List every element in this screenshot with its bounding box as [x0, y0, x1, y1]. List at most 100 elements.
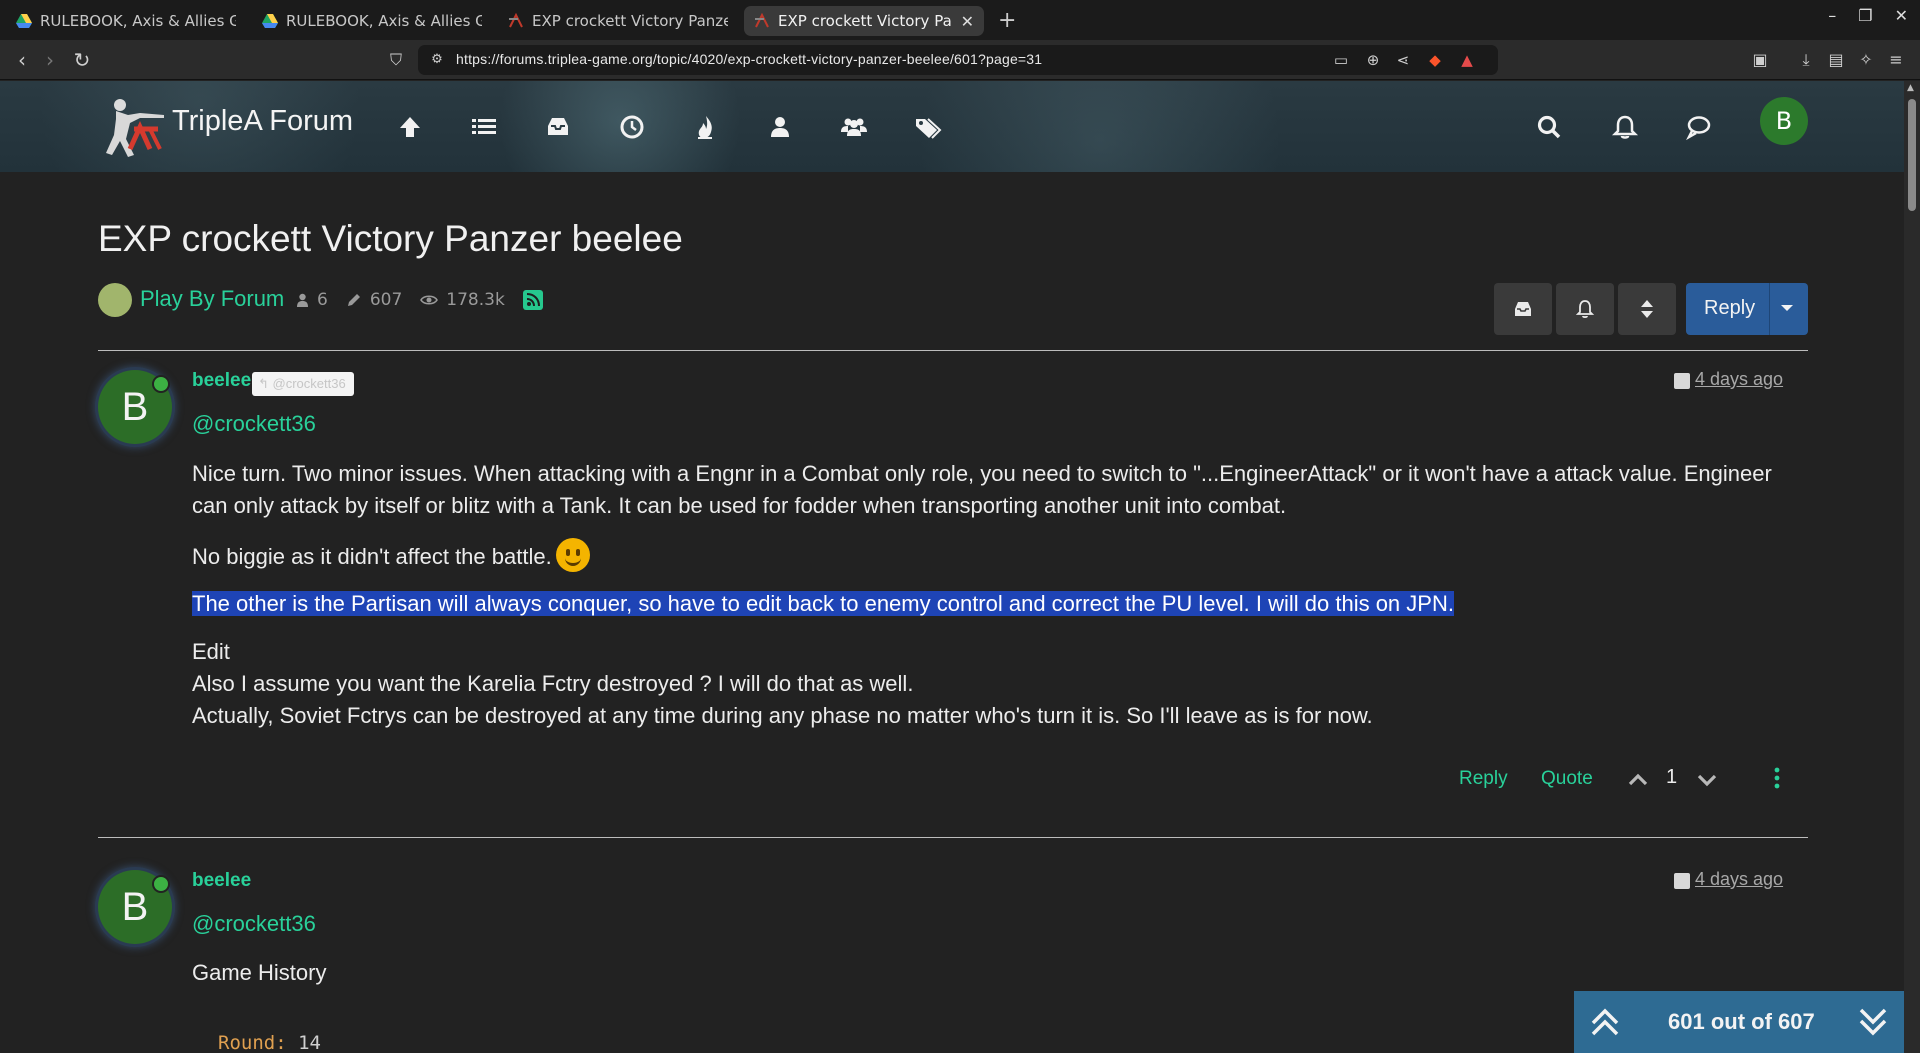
post-author[interactable]: beelee — [192, 870, 251, 892]
triplea-logo[interactable] — [100, 93, 172, 163]
online-status-dot — [152, 375, 170, 393]
views-count: 178.3k — [446, 290, 505, 310]
sort-icon — [1641, 300, 1653, 318]
views-stat: 178.3k — [420, 290, 505, 310]
post-quote-link[interactable]: Quote — [1541, 768, 1593, 790]
more-options-icon[interactable] — [1774, 767, 1780, 789]
post-paragraph: Nice turn. Two minor issues. When attack… — [192, 461, 1772, 518]
double-chevron-down-icon[interactable] — [1856, 1005, 1890, 1039]
user-mention[interactable]: @crockett36 — [192, 411, 316, 437]
browser-tab-1[interactable]: RULEBOOK, Axis & Allies Glo — [6, 6, 246, 36]
close-window-icon[interactable]: ✕ — [1895, 6, 1908, 25]
edit-icon — [1674, 373, 1690, 389]
smile-emoji-icon — [555, 538, 590, 572]
post-paragraph: Game History — [192, 960, 327, 985]
tab-title: EXP crockett Victory Panzer b — [532, 12, 728, 30]
cast-icon[interactable]: ▭ — [1330, 49, 1352, 71]
tab-title: RULEBOOK, Axis & Allies Glo — [40, 12, 236, 30]
list-icon[interactable] — [469, 112, 499, 142]
bell-icon[interactable] — [1610, 112, 1640, 142]
reply-button[interactable]: Reply — [1686, 283, 1808, 335]
browser-tab-4-active[interactable]: EXP crockett Victory Panz ✕ — [744, 6, 984, 36]
online-status-dot — [152, 875, 170, 893]
fire-icon[interactable] — [691, 112, 721, 142]
triplea-icon — [755, 13, 769, 28]
posters-count: 6 — [317, 290, 328, 310]
scroll-thumb[interactable] — [1908, 99, 1916, 211]
menu-icon[interactable]: ≡ — [1884, 48, 1908, 72]
post-paragraph: Edit Also I assume you want the Karelia … — [192, 636, 1812, 732]
reply-arrow-icon: ↰ — [258, 376, 269, 391]
post-paragraph: No biggie as it didn't affect the battle… — [192, 538, 1812, 573]
back-icon[interactable]: ‹ — [10, 48, 34, 72]
minimize-icon[interactable]: – — [1828, 6, 1836, 25]
reply-to-badge[interactable]: ↰ @crockett36 — [252, 372, 354, 396]
search-icon[interactable] — [1534, 112, 1564, 142]
user-mention[interactable]: @crockett36 — [192, 911, 316, 937]
vote-count: 1 — [1666, 766, 1678, 788]
inbox-icon — [1515, 302, 1531, 316]
post-line: Edit — [192, 639, 230, 664]
post-timestamp[interactable]: 4 days ago — [1695, 369, 1783, 390]
inbox-icon[interactable] — [543, 112, 573, 142]
url-text[interactable]: https://forums.triplea-game.org/topic/40… — [456, 51, 1042, 67]
maximize-icon[interactable]: ❐ — [1858, 6, 1872, 25]
topic-stats: 6 607 178.3k — [296, 290, 543, 310]
mark-unread-button[interactable] — [1494, 283, 1552, 335]
post-pagination: 601 out of 607 — [1574, 991, 1904, 1053]
bookmark-icon[interactable]: ⛉ — [384, 48, 408, 72]
category-link[interactable]: Play By Forum — [140, 286, 284, 312]
bell-icon — [1575, 300, 1595, 319]
browser-tab-3[interactable]: EXP crockett Victory Panzer b — [498, 6, 738, 36]
reload-icon[interactable]: ↻ — [70, 48, 94, 72]
browser-tab-2[interactable]: RULEBOOK, Axis & Allies Glo — [252, 6, 492, 36]
chat-icon[interactable] — [1684, 112, 1714, 142]
post-reply-link[interactable]: Reply — [1459, 768, 1508, 790]
clock-icon[interactable] — [617, 112, 647, 142]
eye-icon — [420, 295, 439, 305]
new-tab-button[interactable]: + — [998, 8, 1016, 33]
zoom-icon[interactable]: ⊕ — [1362, 49, 1384, 71]
downvote-icon[interactable] — [1697, 774, 1717, 788]
divider — [98, 350, 1808, 351]
download-icon[interactable]: ⤓ — [1794, 48, 1818, 72]
post-timestamp[interactable]: 4 days ago — [1695, 869, 1783, 890]
category-icon[interactable] — [98, 283, 132, 317]
share-icon[interactable]: ⋖ — [1392, 49, 1414, 71]
tab-title: RULEBOOK, Axis & Allies Glo — [286, 12, 482, 30]
brave-rewards-icon[interactable]: ▲ — [1456, 49, 1478, 71]
double-chevron-up-icon[interactable] — [1588, 1005, 1622, 1039]
tags-icon[interactable] — [913, 112, 943, 142]
forward-icon[interactable]: › — [38, 48, 62, 72]
page-scrollbar[interactable]: ▲ — [1904, 81, 1920, 1053]
tab-title: EXP crockett Victory Panz — [778, 12, 953, 30]
reply-button-label: Reply — [1704, 297, 1756, 319]
user-icon[interactable] — [765, 112, 795, 142]
close-tab-icon[interactable]: ✕ — [961, 12, 974, 31]
watch-topic-button[interactable] — [1556, 283, 1614, 335]
pencil-icon — [347, 294, 360, 306]
caret-down-icon[interactable] — [1780, 303, 1794, 313]
rss-icon[interactable] — [522, 290, 543, 310]
leo-icon[interactable]: ▣ — [1748, 48, 1772, 72]
site-settings-icon[interactable]: ⚙ — [426, 49, 448, 71]
forum-header: TripleA Forum B — [0, 81, 1904, 172]
window-controls: – ❐ ✕ — [1828, 6, 1908, 25]
upvote-icon[interactable] — [1628, 772, 1648, 786]
sort-button[interactable] — [1618, 283, 1676, 335]
address-bar[interactable]: ⚙ https://forums.triplea-game.org/topic/… — [418, 45, 1498, 75]
post-paragraph-highlighted: The other is the Partisan will always co… — [192, 588, 1812, 620]
arrow-up-icon[interactable] — [395, 112, 425, 142]
ai-assist-icon[interactable]: ✧ — [1854, 48, 1878, 72]
wallet-icon[interactable]: ▤ — [1824, 48, 1848, 72]
user-avatar[interactable]: B — [1760, 97, 1808, 145]
triplea-icon — [509, 13, 523, 28]
users-icon[interactable] — [839, 112, 869, 142]
brave-shield-icon[interactable]: ◆ — [1424, 49, 1446, 71]
post-author[interactable]: beelee — [192, 370, 251, 392]
forum-brand[interactable]: TripleA Forum — [172, 105, 353, 138]
scroll-up-icon[interactable]: ▲ — [1907, 83, 1914, 93]
pagination-text[interactable]: 601 out of 607 — [1668, 1009, 1815, 1035]
user-icon — [297, 293, 308, 307]
code-value: 14 — [298, 1032, 321, 1053]
